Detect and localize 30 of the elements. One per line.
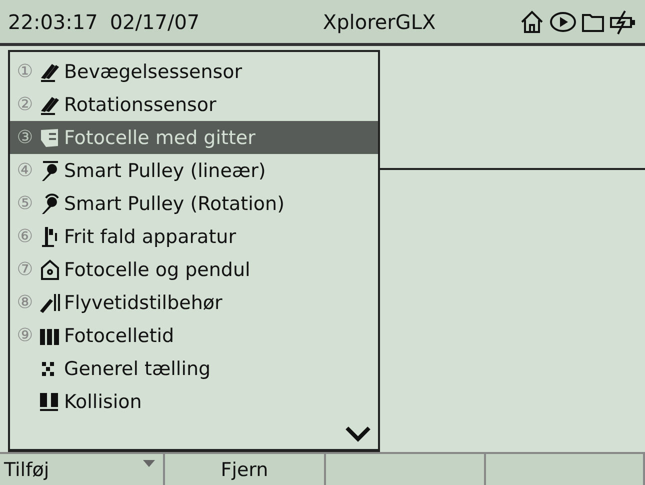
power-icon[interactable] — [609, 8, 637, 34]
item-number: ③ — [16, 127, 34, 148]
softkey[interactable]: Fjern — [165, 454, 326, 485]
item-number: ④ — [16, 160, 34, 181]
home-icon[interactable] — [519, 8, 545, 34]
sensor-icon — [38, 258, 62, 282]
item-number: ① — [16, 61, 34, 82]
menu-item[interactable]: ⑤ Smart Pulley (Rotation) — [10, 187, 378, 220]
menu-item[interactable]: ⑦ Fotocelle og pendul — [10, 253, 378, 286]
item-number: ⑦ — [16, 259, 34, 280]
dropdown-icon — [143, 460, 155, 468]
menu-item[interactable]: ⑧ Flyvetidstilbehør — [10, 286, 378, 319]
item-number: ⑧ — [16, 292, 34, 313]
app-title: XplorerGLX — [322, 10, 436, 34]
menu-item[interactable]: ⑨ Fotocelletid — [10, 319, 378, 352]
menu-item[interactable]: ② Rotationssensor — [10, 88, 378, 121]
menu-item[interactable]: ③ Fotocelle med gitter — [10, 121, 378, 154]
clock-time: 22:03:17 — [8, 10, 98, 34]
date: 02/17/07 — [110, 10, 200, 34]
item-number: ⑨ — [16, 325, 34, 346]
chevron-down-icon[interactable] — [344, 425, 372, 443]
menu-item[interactable]: ④ Smart Pulley (lineær) — [10, 154, 378, 187]
menu-item[interactable]: Generel tælling — [10, 352, 378, 385]
menu-item[interactable]: Kollision — [10, 385, 378, 418]
item-number: ② — [16, 94, 34, 115]
softkey[interactable]: Tilføj — [0, 454, 165, 485]
item-number: ⑤ — [16, 193, 34, 214]
item-number: ⑥ — [16, 226, 34, 247]
menu-item[interactable]: ⑥ Frit fald apparatur — [10, 220, 378, 253]
menu-item[interactable]: ① Bevægelsessensor — [10, 55, 378, 88]
